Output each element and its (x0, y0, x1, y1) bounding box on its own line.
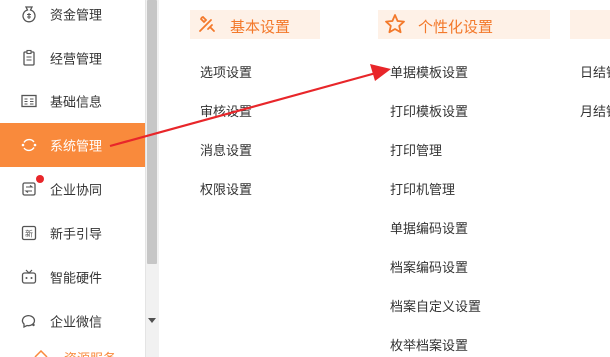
new-tag-icon: 新 (20, 224, 38, 242)
sidebar-item-label: 资金管理 (50, 8, 103, 24)
link-message-settings[interactable]: 消息设置 (200, 140, 252, 159)
sidebar-item-label: 系统管理 (50, 139, 103, 155)
tv-robot-icon (20, 268, 38, 286)
sidebar-item-basic-info[interactable]: 基础信息 (0, 79, 145, 123)
sidebar-item-collaboration[interactable]: 企业协同 (0, 167, 145, 211)
section-header-personalization: 个性化设置 (378, 10, 550, 39)
sidebar-item-funds[interactable]: 资金管理 (0, 0, 145, 36)
scroll-down-arrow-icon[interactable] (146, 314, 158, 328)
link-option-settings[interactable]: 选项设置 (200, 62, 252, 81)
sidebar: 资金管理 经营管理 基础信息 系统管理 企业协同 新 新手引导 智能硬件 企业微… (0, 0, 145, 357)
sidebar-item-label: 企业协同 (50, 183, 103, 199)
sidebar-item-operations[interactable]: 经营管理 (0, 36, 145, 80)
sidebar-item-label: 新手引导 (50, 227, 103, 243)
link-bill-template-settings[interactable]: 单据模板设置 (390, 62, 468, 81)
collaboration-icon (20, 180, 38, 198)
sidebar-item-label: 基础信息 (50, 95, 103, 111)
link-print-management[interactable]: 打印管理 (390, 140, 442, 159)
sidebar-item-guide[interactable]: 新 新手引导 (0, 211, 145, 255)
link-permission-settings[interactable]: 权限设置 (200, 179, 252, 198)
link-daily-closing[interactable]: 日结销 (580, 62, 610, 81)
sidebar-item-label: 智能硬件 (50, 271, 103, 287)
sidebar-item-hardware[interactable]: 智能硬件 (0, 255, 145, 299)
wechat-bubble-icon (20, 312, 38, 330)
section-title: 个性化设置 (418, 18, 494, 36)
scrollbar-thumb[interactable] (147, 0, 157, 264)
link-printer-management[interactable]: 打印机管理 (390, 179, 455, 198)
notification-badge (36, 175, 44, 183)
section-header-basic: 基本设置 (190, 10, 320, 39)
svg-text:新: 新 (25, 229, 33, 239)
clipboard-icon (20, 49, 38, 67)
money-bag-icon (20, 5, 38, 23)
chevron-icon (34, 350, 48, 357)
link-audit-settings[interactable]: 审核设置 (200, 101, 252, 120)
link-bill-code-settings[interactable]: 单据编码设置 (390, 218, 468, 237)
info-card-icon (20, 92, 38, 110)
section-title: 基本设置 (230, 18, 291, 36)
sidebar-item-label: 经营管理 (50, 52, 103, 68)
system-refresh-icon (20, 136, 38, 154)
settings-panel: 基本设置 选项设置 审核设置 消息设置 权限设置 个性化设置 单据模板设置 打印… (160, 0, 610, 357)
link-archive-custom-settings[interactable]: 档案自定义设置 (390, 296, 481, 315)
star-icon (385, 14, 405, 34)
tools-icon (199, 15, 215, 32)
link-monthly-closing[interactable]: 月结销 (580, 101, 610, 120)
link-archive-code-settings[interactable]: 档案编码设置 (390, 257, 468, 276)
link-print-template-settings[interactable]: 打印模板设置 (390, 101, 468, 120)
sidebar-item-label: 资源服务 (64, 348, 116, 357)
sidebar-item-label: 企业微信 (50, 315, 103, 331)
sidebar-item-wechat-work[interactable]: 企业微信 (0, 299, 145, 343)
link-enum-archive-settings[interactable]: 枚举档案设置 (390, 335, 468, 354)
section-header-closing (570, 10, 610, 39)
sidebar-item-resource-service[interactable]: 资源服务 (0, 344, 145, 357)
sidebar-item-system-management[interactable]: 系统管理 (0, 123, 145, 167)
